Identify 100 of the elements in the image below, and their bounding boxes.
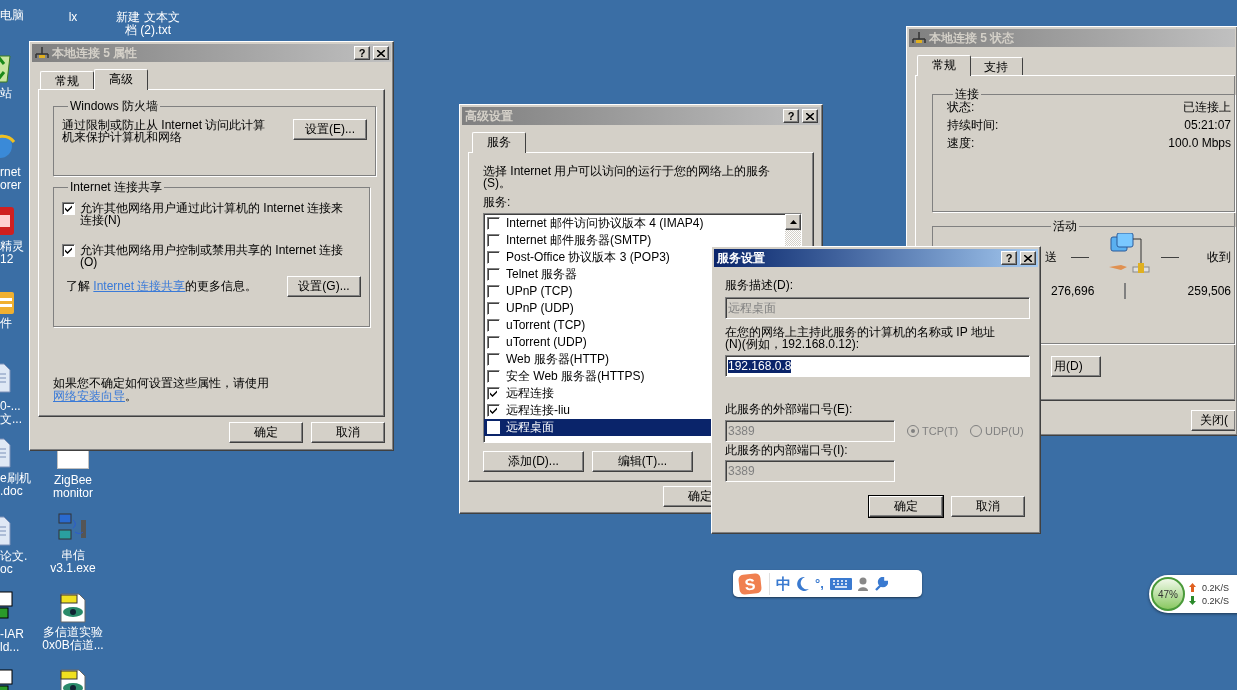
field-label: 状态: [947,101,975,116]
desktop-icon-label[interactable]: 新建 文本文档 (2).txt [115,11,181,37]
usage-percent: 47% [1158,587,1178,601]
service-name: 远程连接-liu [506,404,570,417]
service-name: uTorrent (TCP) [506,319,586,332]
close-icon [1024,254,1032,262]
list-item[interactable]: 远程连接 [484,385,785,402]
field-label: 速度: [947,137,975,152]
desktop-icon-label[interactable]: 精灵 12 [0,240,24,266]
service-name: Web 服务器(HTTP) [506,353,610,366]
tab[interactable]: 高级 [94,69,148,90]
moon-icon [797,576,809,591]
checkbox[interactable] [62,202,75,215]
button[interactable]: 添加(D)... [483,451,584,472]
desktop-icon-label[interactable]: 0-... 文... [0,400,22,426]
button[interactable]: 关闭( [1191,410,1235,431]
group-label: 连接 [954,88,980,101]
tab[interactable]: 常规 [40,71,94,89]
desktop-icon-label[interactable]: e刷机 .doc [0,472,31,498]
field-value: 05:21:07 [1184,119,1231,134]
desktop-icon-label[interactable]: 电脑 [0,9,24,22]
punctuation-toggle[interactable]: °, [815,577,824,590]
button[interactable]: 确定 [229,422,303,443]
download-arrow-icon [1189,596,1196,605]
received-label: 收到 [1207,250,1231,264]
title-bar[interactable]: 本地连接 5 属性 ? [32,44,391,62]
tab[interactable]: 支持 [969,57,1023,75]
installer-icon [0,590,16,622]
service-name: uTorrent (UDP) [506,336,587,349]
network-connection-icon [912,32,926,44]
desktop-icon-label[interactable]: ZigBee monitor [33,474,113,500]
info-text: 了解 Internet 连接共享的更多信息。 [66,280,258,293]
language-mode-toggle[interactable]: 中 [776,577,791,590]
button[interactable]: 取消 [311,422,385,443]
help-button[interactable]: ? [354,46,370,60]
desktop-icon-label[interactable]: 论文. oc [0,550,28,576]
close-button[interactable] [373,46,389,60]
download-speed: 0.2K/S [1202,595,1230,606]
field-value: 100.0 Mbps [1168,137,1231,152]
sent-label: 送 [1045,250,1058,264]
list-item[interactable]: Internet 邮件服务器(SMTP) [484,232,785,249]
group-label: Windows 防火墙 [69,100,159,113]
close-button[interactable] [1020,251,1036,265]
desktop-icon-label[interactable]: lx [43,11,103,24]
field-value: 已连接上 [1183,101,1231,116]
close-icon [377,49,385,57]
service-name: Internet 邮件服务器(SMTP) [506,234,652,247]
field-label: 持续时间: [947,119,999,134]
service-name: 远程连接 [506,387,554,400]
button[interactable]: 用(D) [1051,356,1101,377]
checkbox-label[interactable]: 允许其他网络用户控制或禁用共享的 Internet 连接(O) [80,244,348,268]
window-title: 本地连接 5 状态 [929,31,1016,45]
keyboard-icon [829,577,852,590]
field-label: 此服务的内部端口号(I): [725,444,849,457]
checkbox[interactable] [62,244,75,257]
service-name: Internet 邮件访问协议版本 4 (IMAP4) [506,217,704,230]
close-icon [806,112,814,120]
window-title: 高级设置 [465,109,514,123]
received-count: 259,506 [1187,284,1231,298]
group-label: 活动 [1052,220,1078,233]
window-title: 服务设置 [717,251,766,265]
list-label: 服务: [483,196,512,209]
upload-arrow-icon [1189,583,1196,592]
button[interactable]: 设置(G)... [287,276,361,297]
checkbox-label[interactable]: 允许其他网络用户通过此计算机的 Internet 连接来连接(N) [80,202,348,226]
checkbox[interactable] [487,404,500,417]
button[interactable]: 编辑(T)... [592,451,693,472]
check-icon [64,204,73,213]
wrench-icon [873,576,888,591]
help-button[interactable]: ? [1001,251,1017,265]
button[interactable]: 确定 [869,496,943,517]
text-field[interactable]: 192.168.0.8 [725,355,1030,377]
list-item[interactable]: Internet 邮件访问协议版本 4 (IMAP4) [484,215,785,232]
help-button[interactable]: ? [783,109,799,123]
title-bar[interactable]: 服务设置 ? [714,249,1038,267]
tab[interactable]: 服务 [472,132,526,153]
service-name: UPnP (TCP) [506,285,573,298]
tab[interactable]: 常规 [917,55,971,76]
desktop-icon-label[interactable]: 串信 v3.1.exe [33,549,113,575]
close-button[interactable] [802,109,818,123]
button[interactable]: 设置(E)... [293,119,367,140]
button[interactable]: 取消 [951,496,1025,517]
network-connection-icon [35,47,49,59]
group-label: Internet 连接共享 [69,181,164,194]
desktop-icon-label[interactable]: 站 [0,87,12,100]
window-title: 本地连接 5 属性 [52,46,139,60]
scroll-up-button[interactable] [785,214,801,230]
desktop-icon-label[interactable]: 多信道实验 0x0B信道... [28,626,118,652]
help-text: 如果您不确定如何设置这些属性，请使用 网络安装向导。 [53,377,270,403]
check-icon [64,246,73,255]
desktop-icon-label[interactable]: 件 [0,317,12,330]
description-text: 选择 Internet 用户可以访问的运行于您的网络上的服务(S)。 [483,165,772,189]
service-name: 远程桌面 [506,421,554,434]
title-bar[interactable]: 高级设置 ? [462,107,820,125]
psd-file-icon [57,668,89,690]
desktop-icon-label[interactable]: -IAR ld... [0,628,24,654]
up-arrow-icon [789,220,797,224]
desktop-icon-label[interactable]: rnet orer [0,166,22,192]
upload-speed: 0.2K/S [1202,582,1230,593]
service-name: Post-Office 协议版本 3 (POP3) [506,251,670,264]
